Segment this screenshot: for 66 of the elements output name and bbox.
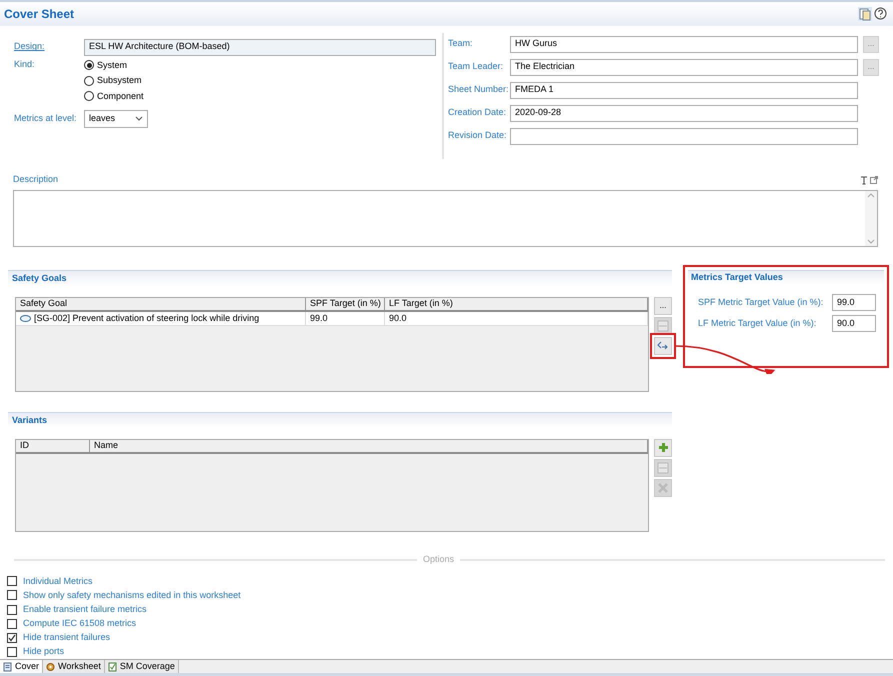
check-icon	[8, 634, 16, 642]
checkbox[interactable]	[7, 646, 17, 657]
level-dropdown[interactable]: leaves	[84, 110, 148, 128]
checkbox[interactable]	[7, 632, 17, 643]
close-icon	[658, 483, 668, 494]
options-label: Options	[422, 552, 454, 566]
table-cell: 99.0	[306, 312, 385, 325]
open-external-icon	[870, 176, 878, 184]
text-field[interactable]: The Electrician	[510, 58, 858, 76]
edit-icon	[657, 320, 669, 332]
checkbox[interactable]	[7, 618, 17, 629]
option-label[interactable]: Hide transient failures	[23, 631, 110, 645]
text-field[interactable]: HW Gurus	[510, 36, 858, 53]
option-label[interactable]: Show only safety mechanisms edited in this worksheet	[23, 588, 241, 602]
cell-text: [SG-002] Prevent activation of steering lock while driving	[34, 312, 260, 325]
worksheet-tab-icon	[46, 662, 56, 672]
table-cell: 90.0	[385, 312, 648, 325]
field-label: Team Leader:	[448, 60, 504, 74]
option-label[interactable]: Individual Metrics	[23, 574, 93, 588]
section-header: Safety Goals	[8, 270, 672, 286]
checkbox[interactable]	[7, 590, 17, 600]
text-field[interactable]: 2020-09-28	[510, 104, 858, 122]
metrics-level-label: Metrics at level:	[14, 112, 78, 126]
text-field[interactable]: 99.0	[832, 294, 876, 311]
radio-option[interactable]: Subsystem	[84, 73, 144, 89]
field-label: Creation Date:	[448, 106, 508, 120]
add-button[interactable]	[654, 438, 672, 457]
more-button[interactable]: ...	[654, 296, 672, 315]
text-field[interactable]: 90.0	[832, 314, 876, 332]
field-label: Team:	[448, 37, 474, 50]
goal-icon	[20, 314, 31, 322]
text-field[interactable]: FMEDA 1	[510, 82, 858, 99]
text-field[interactable]	[510, 128, 858, 145]
panel-header: Metrics Target Values	[688, 270, 884, 284]
checkbox[interactable]	[7, 604, 17, 615]
column-header[interactable]: ID	[16, 440, 90, 452]
radio-option[interactable]: System	[84, 58, 144, 74]
cover-tab-icon	[3, 662, 12, 672]
design-link[interactable]: Design:	[14, 40, 84, 54]
page-title: Cover Sheet	[4, 6, 74, 23]
option-label[interactable]: Enable transient failure metrics	[23, 602, 147, 616]
field-label: Revision Date:	[448, 129, 508, 142]
option-label[interactable]: Compute IEC 61508 metrics	[23, 616, 136, 630]
column-header[interactable]: Safety Goal	[16, 298, 306, 310]
kind-label: Kind:	[14, 58, 36, 71]
column-header[interactable]: SPF Target (in %)	[306, 298, 385, 310]
plus-icon	[658, 442, 668, 454]
field-label: LF Metric Target Value (in %):	[698, 316, 816, 330]
option-label[interactable]: Hide ports	[23, 645, 64, 659]
text-format-icon	[860, 176, 868, 185]
edit-icon	[657, 462, 669, 474]
column-header[interactable]: Name	[90, 440, 648, 452]
coverage-tab-icon	[108, 662, 117, 672]
chevron-down-icon	[135, 116, 143, 122]
field-label: SPF Metric Target Value (in %):	[698, 296, 824, 309]
radio-option[interactable]: Component	[84, 88, 144, 104]
description-label: Description	[13, 173, 58, 186]
design-field[interactable]: ESL HW Architecture (BOM-based)	[84, 38, 436, 56]
tab[interactable]: Cover	[0, 660, 44, 674]
section-header: Variants	[8, 412, 672, 428]
tab[interactable]: Worksheet	[43, 660, 105, 674]
field-label: Sheet Number:	[448, 83, 510, 96]
help-icon[interactable]	[874, 7, 887, 20]
tab[interactable]: SM Coverage	[104, 660, 179, 674]
checkbox[interactable]	[7, 576, 17, 586]
column-header[interactable]: LF Target (in %)	[385, 298, 648, 310]
